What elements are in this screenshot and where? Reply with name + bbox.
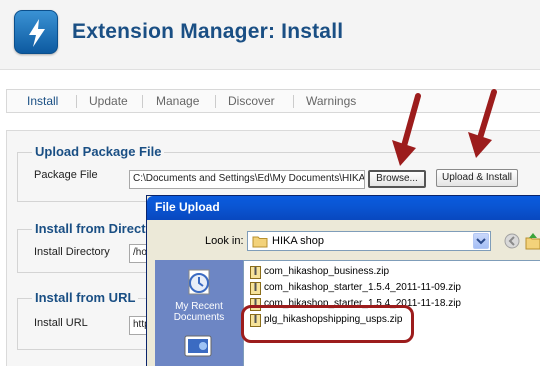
look-in-dropdown[interactable]: HIKA shop: [247, 231, 491, 251]
toolbar-tabs: Install Update Manage Discover Warnings: [6, 89, 540, 113]
places-bar: My Recent Documents: [155, 260, 243, 366]
tab-divider: [76, 95, 77, 108]
chevron-down-icon[interactable]: [473, 233, 489, 249]
zip-file-icon: [250, 266, 261, 279]
tab-discover[interactable]: Discover: [228, 94, 275, 108]
my-recent-documents-label[interactable]: My Recent Documents: [155, 301, 243, 323]
file-name: com_hikashop_business.zip: [264, 266, 390, 277]
upload-install-button[interactable]: Upload & Install: [436, 169, 518, 187]
tab-divider: [215, 95, 216, 108]
package-file-label: Package File: [34, 169, 98, 181]
look-in-value: HIKA shop: [272, 235, 324, 247]
tab-warnings[interactable]: Warnings: [306, 94, 356, 108]
up-folder-icon[interactable]: [525, 232, 540, 250]
install-url-label: Install URL: [34, 317, 88, 329]
tab-manage[interactable]: Manage: [156, 94, 199, 108]
page-title: Extension Manager: Install: [72, 20, 344, 43]
dialog-titlebar[interactable]: File Upload: [147, 196, 540, 220]
recent-documents-icon[interactable]: [183, 266, 215, 298]
back-icon[interactable]: [504, 233, 520, 249]
annotation-arrow-install-icon: [468, 89, 497, 158]
browse-button[interactable]: Browse...: [368, 170, 426, 188]
tab-install[interactable]: Install: [27, 94, 58, 108]
tab-divider: [293, 95, 294, 108]
install-directory-legend: Install from Directo: [32, 221, 157, 236]
look-in-label: Look in:: [205, 235, 244, 247]
install-directory-label: Install Directory: [34, 246, 110, 258]
tab-divider: [142, 95, 143, 108]
tab-update[interactable]: Update: [89, 94, 128, 108]
joomla-lightning-icon: [14, 10, 58, 54]
desktop-icon[interactable]: [183, 332, 213, 362]
page-header: Extension Manager: Install: [0, 0, 540, 70]
package-file-input[interactable]: C:\Documents and Settings\Ed\My Document…: [129, 170, 365, 189]
dialog-title: File Upload: [155, 200, 220, 214]
file-highlight-annotation: [241, 305, 414, 343]
zip-file-icon: [250, 282, 261, 295]
folder-icon: [252, 236, 268, 248]
file-name: com_hikashop_starter_1.5.4_2011-11-09.zi…: [264, 282, 461, 293]
upload-package-legend: Upload Package File: [32, 144, 165, 159]
annotation-arrow-browse-icon: [392, 93, 421, 166]
install-url-legend: Install from URL: [32, 290, 139, 305]
